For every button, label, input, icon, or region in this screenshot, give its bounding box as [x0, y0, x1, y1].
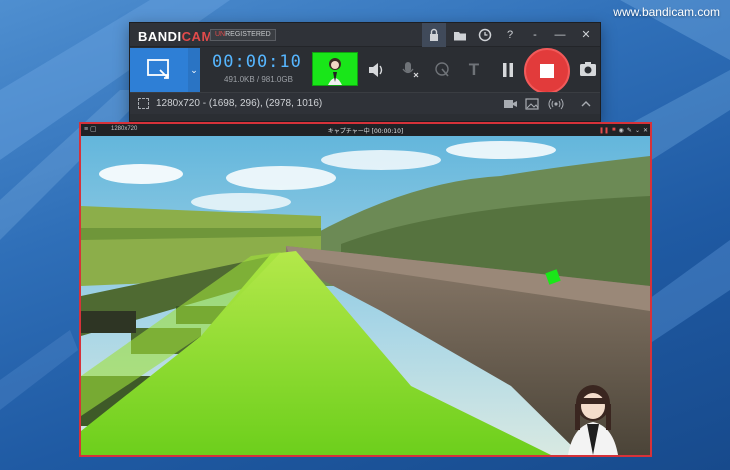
video-camera-icon[interactable]	[502, 96, 518, 112]
watermark-link[interactable]: www.bandicam.com	[613, 5, 720, 19]
collapse-up-icon[interactable]	[578, 96, 594, 112]
file-size-readout: 491.0KB / 981.0GB	[224, 75, 293, 84]
minimize-icon[interactable]: -	[523, 23, 547, 47]
cursor-effect-icon[interactable]	[430, 48, 454, 92]
capture-region-text: 1280x720 - (1698, 296), (2978, 1016)	[156, 98, 323, 109]
capture-target-window[interactable]: ≡ ▢ 1280x720 キャプチャー中 [00:00:10] ❚❚ ■ ◉ ✎…	[79, 122, 652, 457]
stop-record-button[interactable]	[524, 48, 570, 94]
capture-window-titlebar: ≡ ▢ 1280x720 キャプチャー中 [00:00:10] ❚❚ ■ ◉ ✎…	[81, 124, 650, 136]
lock-icon[interactable]	[422, 23, 446, 47]
recording-timer: 00:00:10	[212, 52, 302, 72]
screenshot-camera-icon[interactable]	[576, 48, 600, 92]
capture-status-title: キャプチャー中 [00:00:10]	[327, 128, 404, 135]
main-toolbar: ⌄ 00:00:10 491.0KB / 981.0GB T	[130, 48, 600, 94]
clock-icon[interactable]	[473, 23, 497, 47]
bandicam-window: BANDICAM UNREGISTERED ? - — ✕ ⌄ 00:00:10…	[129, 22, 601, 122]
game-scene-image	[81, 136, 650, 455]
stop-icon	[540, 64, 554, 78]
webcam-preview-thumbnail[interactable]	[312, 52, 358, 86]
titlebar: BANDICAM UNREGISTERED ? - — ✕	[130, 23, 600, 47]
pause-button[interactable]	[496, 48, 520, 92]
close-icon[interactable]: ✕	[643, 127, 648, 134]
capture-info-bar: 1280x720 - (1698, 296), (2978, 1016)	[130, 92, 600, 114]
collapse-icon[interactable]: ⌄	[635, 127, 640, 134]
avatar-thumbnail-icon	[328, 58, 342, 85]
pencil-icon[interactable]: ✎	[627, 127, 632, 134]
image-icon[interactable]	[524, 96, 540, 112]
capture-controls: ❚❚ ■ ◉ ✎ ⌄ ✕	[599, 124, 648, 136]
app-logo: BANDICAM	[138, 29, 213, 44]
help-icon[interactable]: ?	[498, 23, 522, 47]
selection-area-icon[interactable]	[138, 98, 149, 109]
text-overlay-icon[interactable]: T	[462, 48, 486, 92]
mode-dropdown-button[interactable]: ⌄	[188, 48, 200, 92]
screen-mode-button[interactable]	[130, 48, 188, 92]
pause-icon[interactable]: ❚❚	[599, 127, 609, 134]
camera-icon[interactable]: ◉	[619, 127, 624, 134]
folder-icon[interactable]	[448, 23, 472, 47]
microphone-muted-icon[interactable]	[394, 48, 424, 92]
stop-icon[interactable]: ■	[612, 127, 616, 133]
pause-icon	[503, 63, 513, 77]
collapse-icon[interactable]: —	[548, 23, 572, 47]
registration-badge[interactable]: UNREGISTERED	[210, 29, 276, 41]
rectangle-select-icon	[147, 59, 169, 79]
speaker-icon[interactable]	[364, 48, 388, 92]
broadcast-icon[interactable]	[548, 96, 564, 112]
close-icon[interactable]: ✕	[574, 23, 598, 47]
